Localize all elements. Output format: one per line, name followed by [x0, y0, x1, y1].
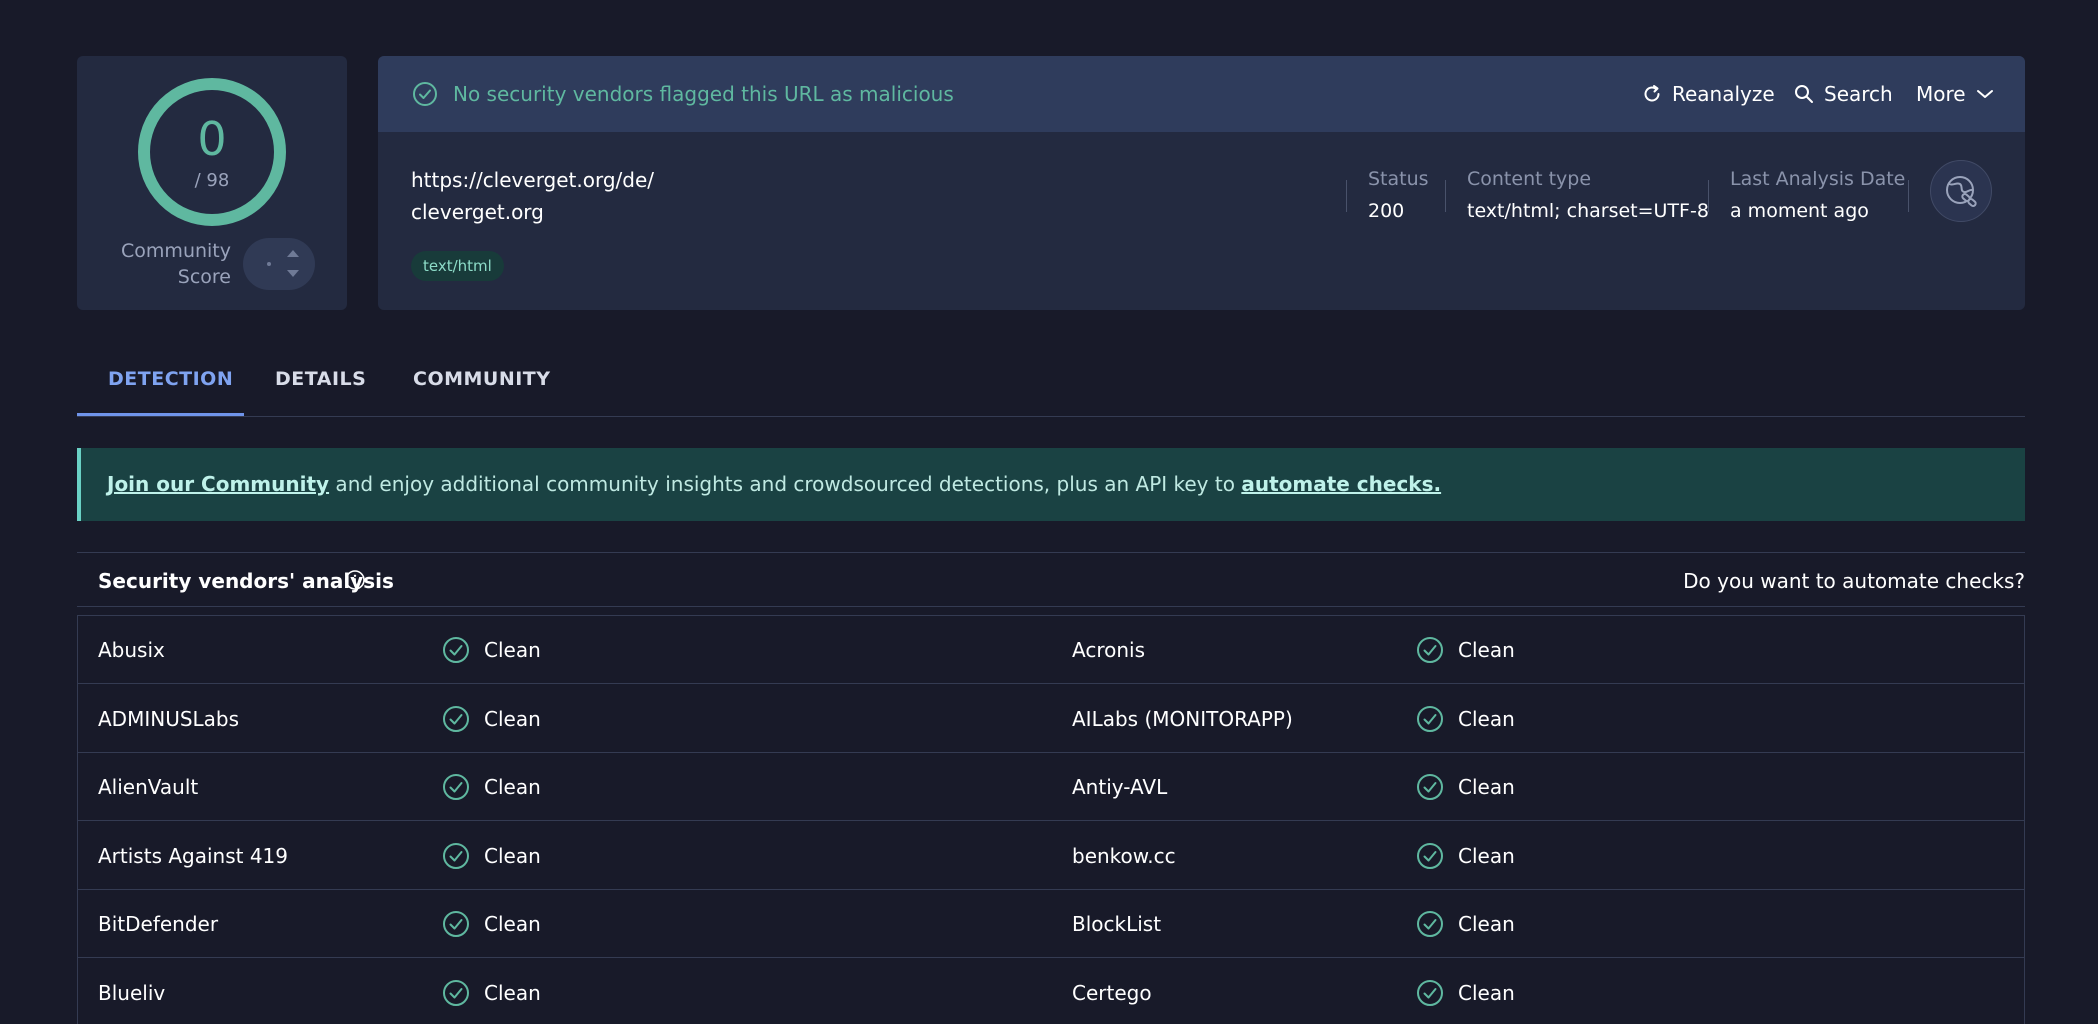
vendor-result: Clean	[1416, 979, 1515, 1007]
automate-checks-prompt[interactable]: Do you want to automate checks?	[1683, 569, 2025, 593]
content-tag[interactable]: text/html	[411, 251, 504, 281]
tab-details[interactable]: DETAILS	[275, 368, 366, 390]
vendor-result: Clean	[1416, 705, 1515, 733]
table-row: Blueliv Clean Certego Clean	[78, 959, 2024, 1024]
check-circle-icon	[1417, 842, 1443, 869]
vendor-name: BitDefender	[98, 912, 219, 936]
vendor-name: Acronis	[1072, 638, 1145, 662]
verdict-text: No security vendors flagged this URL as …	[453, 82, 954, 106]
more-menu-button[interactable]: More	[1916, 82, 1994, 106]
detection-count: 0	[197, 112, 227, 166]
banner-text: Join our Community and enjoy additional …	[107, 472, 1442, 496]
vendors-table: Abusix Clean Acronis Clean ADMINUSLabs Clean A…	[77, 615, 2025, 1024]
detection-gauge: 0 / 98	[136, 76, 288, 228]
status-label: Status	[1368, 168, 1429, 190]
vendor-result: Clean	[442, 636, 541, 664]
automate-checks-link[interactable]: automate checks.	[1241, 472, 1441, 496]
vendor-name: Certego	[1072, 980, 1152, 1005]
vendor-result: Clean	[1416, 910, 1515, 938]
check-circle-icon	[443, 979, 469, 1006]
content-type-value: text/html; charset=UTF-8	[1467, 200, 1709, 222]
url-full: https://cleverget.org/de/	[411, 168, 655, 192]
vendor-result: Clean	[442, 979, 541, 1007]
vendor-name: AILabs (MONITORAPP)	[1072, 706, 1293, 731]
status-value: 200	[1368, 200, 1405, 222]
check-circle-icon	[1417, 979, 1443, 1006]
vendor-result: Clean	[1416, 773, 1515, 801]
community-score-label: Community Score	[121, 240, 231, 288]
check-circle-icon	[413, 82, 437, 106]
vendor-name: BlockList	[1072, 912, 1162, 936]
verdict-header: No security vendors flagged this URL as …	[378, 56, 2025, 132]
check-circle-icon	[443, 911, 469, 937]
tab-detection[interactable]: DETECTION	[108, 368, 233, 390]
meta-divider	[1908, 180, 1909, 212]
vote-down-icon[interactable]	[287, 270, 299, 277]
section-divider	[77, 552, 2025, 553]
url-domain[interactable]: cleverget.org	[411, 200, 544, 224]
url-info-card: No security vendors flagged this URL as …	[378, 56, 2025, 310]
last-analysis-value: a moment ago	[1730, 200, 1869, 222]
content-type-label: Content type	[1467, 168, 1592, 190]
check-circle-icon	[443, 637, 469, 663]
section-divider	[77, 606, 2025, 607]
meta-divider	[1346, 180, 1347, 212]
engine-total: / 98	[194, 170, 230, 191]
tab-community[interactable]: COMMUNITY	[413, 368, 551, 390]
last-analysis-label: Last Analysis Date	[1730, 168, 1906, 190]
check-circle-icon	[1417, 705, 1443, 732]
table-row: Abusix Clean Acronis Clean	[78, 616, 2024, 684]
vendor-name: Blueliv	[98, 980, 166, 1005]
vendor-name: benkow.cc	[1072, 843, 1176, 868]
reanalyze-button[interactable]: Reanalyze	[1642, 82, 1775, 106]
meta-divider	[1445, 180, 1446, 212]
community-banner: Join our Community and enjoy additional …	[77, 448, 2025, 521]
check-circle-icon	[1417, 774, 1443, 800]
table-row: AlienVault Clean Antiy-AVL Clean	[78, 753, 2024, 821]
check-circle-icon	[1417, 637, 1443, 663]
vendor-result: Clean	[1416, 636, 1515, 664]
check-circle-icon	[443, 842, 469, 869]
search-icon	[1795, 85, 1813, 103]
meta-divider	[1708, 180, 1709, 212]
globe-link-icon	[1946, 176, 1977, 207]
detection-score-card: 0 / 98 Community Score	[77, 56, 347, 310]
join-community-link[interactable]: Join our Community	[107, 472, 329, 496]
community-score-value	[267, 262, 271, 266]
vendor-name: ADMINUSLabs	[98, 706, 240, 731]
vendor-result: Clean	[442, 705, 541, 733]
vendor-name: AlienVault	[98, 775, 199, 799]
vendor-name: Artists Against 419	[98, 843, 288, 868]
search-button[interactable]: Search	[1794, 82, 1893, 106]
vendor-name: Antiy-AVL	[1072, 775, 1168, 799]
info-icon[interactable]	[344, 569, 366, 591]
table-row: ADMINUSLabs Clean AILabs (MONITORAPP) Clean	[78, 685, 2024, 753]
chevron-down-icon	[1976, 90, 1993, 98]
refresh-icon	[1644, 85, 1660, 102]
vendor-result: Clean	[442, 773, 541, 801]
tabs-divider	[77, 416, 2025, 417]
vendor-result: Clean	[442, 842, 541, 870]
check-circle-icon	[443, 774, 469, 800]
vote-up-icon[interactable]	[287, 250, 299, 257]
check-circle-icon	[1417, 911, 1443, 937]
vendor-name: Abusix	[98, 638, 165, 662]
community-score-stepper[interactable]	[243, 238, 315, 290]
table-row: BitDefender Clean BlockList Clean	[78, 890, 2024, 958]
vendor-result: Clean	[442, 910, 541, 938]
vendor-result: Clean	[1416, 842, 1515, 870]
check-circle-icon	[443, 705, 469, 732]
url-graph-button[interactable]	[1930, 160, 1992, 222]
table-row: Artists Against 419 Clean benkow.cc Clean	[78, 822, 2024, 890]
